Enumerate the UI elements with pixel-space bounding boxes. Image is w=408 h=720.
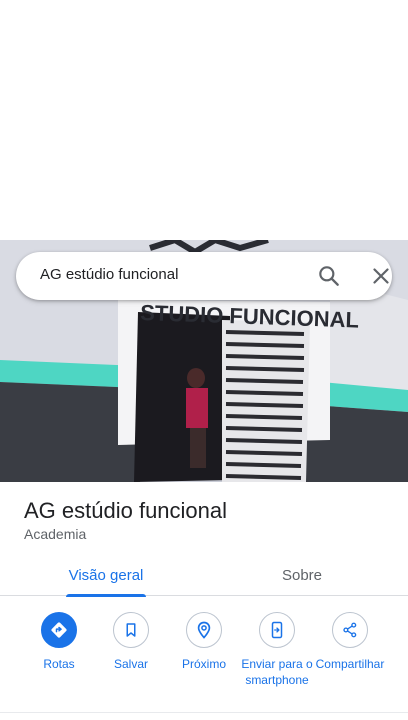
place-category[interactable]: Academia: [24, 526, 86, 542]
share-button[interactable]: Compartilhar: [313, 612, 387, 672]
divider: [0, 712, 408, 713]
directions-button[interactable]: Rotas: [22, 612, 96, 672]
directions-label: Rotas: [43, 657, 75, 671]
send-to-phone-button[interactable]: Enviar para o smartphone: [240, 612, 314, 688]
tab-about[interactable]: Sobre: [250, 554, 354, 596]
place-details-sheet: AG estúdio funcional Academia Visão gera…: [0, 482, 408, 720]
tab-bar: Visão geral Sobre: [0, 554, 408, 597]
nearby-label: Próximo: [181, 657, 226, 671]
bookmark-icon[interactable]: [113, 612, 149, 648]
search-bar[interactable]: AG estúdio funcional: [16, 252, 392, 300]
directions-icon[interactable]: [41, 612, 77, 648]
save-label: Salvar: [113, 657, 148, 671]
search-icon[interactable]: [316, 263, 342, 289]
send-to-phone-icon[interactable]: [259, 612, 295, 648]
save-button[interactable]: Salvar: [94, 612, 168, 672]
map-blank-area: [0, 0, 408, 240]
place-title: AG estúdio funcional: [24, 498, 228, 523]
share-label: Compartilhar: [315, 657, 385, 671]
nearby-icon[interactable]: [186, 612, 222, 648]
search-input[interactable]: AG estúdio funcional: [40, 266, 178, 283]
action-buttons-row: Rotas Salvar Próximo Enviar para o smart…: [0, 612, 408, 702]
close-icon[interactable]: [368, 263, 394, 289]
nearby-button[interactable]: Próximo: [167, 612, 241, 672]
send-to-phone-label: Enviar para o smartphone: [241, 657, 313, 687]
tab-overview[interactable]: Visão geral: [54, 554, 158, 597]
share-icon[interactable]: [332, 612, 368, 648]
